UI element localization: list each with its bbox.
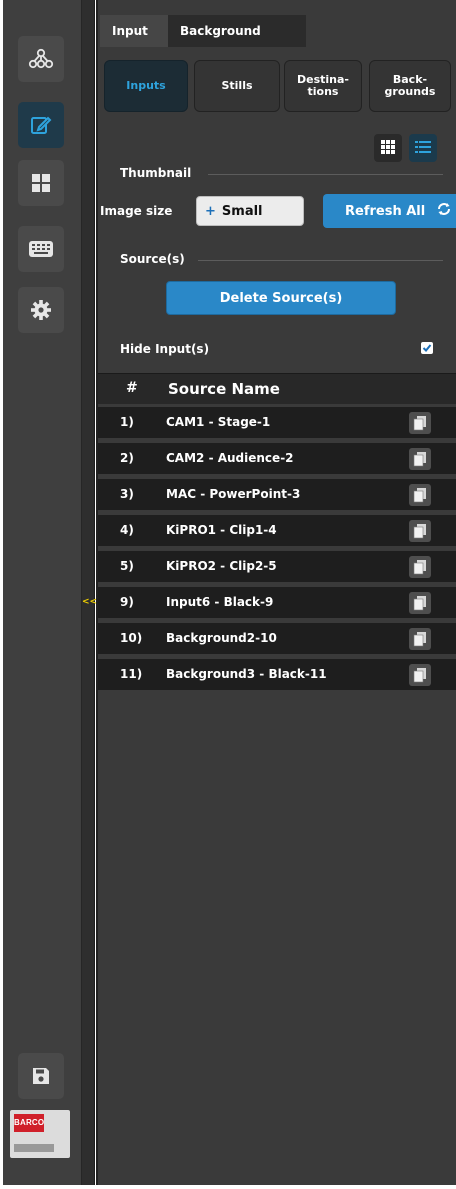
table-row[interactable]: 2) CAM2 - Audience-2 — [98, 443, 456, 477]
row-number: 11) — [120, 667, 143, 681]
collapse-arrow-icon[interactable]: << — [82, 597, 97, 607]
save-button[interactable] — [18, 1053, 64, 1099]
checkmark-icon — [422, 344, 432, 352]
save-icon — [31, 1066, 51, 1086]
main-panel: Input Background Inputs Stills Destina- … — [96, 0, 456, 1185]
column-header-number: # — [126, 380, 138, 396]
refresh-all-button[interactable]: Refresh All — [323, 194, 456, 228]
row-source-name: CAM1 - Stage-1 — [166, 415, 271, 429]
logo-mark: BARCO — [14, 1114, 44, 1132]
sources-divider — [198, 260, 443, 261]
row-source-name: KiPRO1 - Clip1-4 — [166, 523, 277, 537]
sub-tab-bar: Inputs Stills Destina- tions Back- groun… — [98, 60, 456, 116]
copy-icon[interactable] — [409, 484, 431, 506]
copy-icon[interactable] — [409, 664, 431, 686]
settings-button[interactable] — [18, 287, 64, 333]
row-number: 2) — [120, 451, 134, 465]
row-source-name: KiPRO2 - Clip2-5 — [166, 559, 277, 573]
tab-destinations[interactable]: Destina- tions — [284, 60, 362, 112]
network-icon — [28, 48, 54, 70]
row-number: 1) — [120, 415, 134, 429]
app-window: BARCO << Input Background Inputs Stills … — [0, 0, 456, 1189]
thumbnail-divider — [208, 174, 443, 175]
image-size-value: Small — [221, 203, 263, 219]
copy-icon[interactable] — [409, 412, 431, 434]
tab-input[interactable]: Input — [100, 15, 170, 47]
row-source-name: Input6 - Black-9 — [166, 595, 274, 609]
row-source-name: Background2-10 — [166, 631, 277, 645]
list-view-icon — [415, 139, 431, 158]
source-table-header: # Source Name — [98, 373, 456, 404]
tab-background[interactable]: Background — [168, 15, 306, 47]
refresh-icon — [437, 202, 451, 220]
image-size-select[interactable]: + Small — [196, 196, 304, 226]
copy-icon[interactable] — [409, 628, 431, 650]
table-row[interactable]: 4) KiPRO1 - Clip1-4 — [98, 515, 456, 549]
row-number: 4) — [120, 523, 134, 537]
tab-inputs[interactable]: Inputs — [104, 60, 188, 112]
edit-icon — [30, 114, 52, 136]
tab-backgrounds[interactable]: Back- grounds — [369, 60, 451, 112]
row-source-name: MAC - PowerPoint-3 — [166, 487, 301, 501]
column-header-source-name[interactable]: Source Name — [168, 380, 280, 398]
layout-grid-icon — [31, 173, 51, 193]
image-size-label: Image size — [100, 204, 173, 218]
row-number: 9) — [120, 595, 134, 609]
tab-stills[interactable]: Stills — [194, 60, 280, 112]
copy-icon[interactable] — [409, 520, 431, 542]
table-row[interactable]: 3) MAC - PowerPoint-3 — [98, 479, 456, 513]
delete-sources-button[interactable]: Delete Source(s) — [166, 281, 396, 315]
logo-tagline — [14, 1144, 54, 1152]
grid-view-button[interactable] — [374, 134, 402, 162]
list-view-button[interactable] — [409, 134, 437, 162]
row-number: 5) — [120, 559, 134, 573]
sources-section-label: Source(s) — [120, 252, 185, 266]
copy-icon[interactable] — [409, 448, 431, 470]
gear-icon — [30, 299, 52, 321]
hide-inputs-label: Hide Input(s) — [120, 342, 210, 356]
table-row[interactable]: 1) CAM1 - Stage-1 — [98, 407, 456, 441]
hide-inputs-checkbox[interactable] — [421, 342, 433, 354]
panel-collapse-strip[interactable]: << — [82, 0, 97, 1185]
keyboard-button[interactable] — [18, 226, 64, 272]
sidebar: BARCO — [3, 0, 82, 1185]
network-button[interactable] — [18, 36, 64, 82]
row-number: 3) — [120, 487, 134, 501]
barco-logo: BARCO — [10, 1110, 70, 1158]
refresh-all-label: Refresh All — [345, 203, 426, 219]
edit-button[interactable] — [18, 102, 64, 148]
plus-icon: + — [205, 203, 216, 219]
table-row[interactable]: 10) Background2-10 — [98, 623, 456, 657]
grid-view-icon — [381, 139, 395, 158]
thumbnail-section-label: Thumbnail — [120, 166, 192, 180]
row-source-name: CAM2 - Audience-2 — [166, 451, 294, 465]
keyboard-icon — [28, 239, 54, 259]
table-row[interactable]: 11) Background3 - Black-11 — [98, 659, 456, 693]
copy-icon[interactable] — [409, 556, 431, 578]
table-row[interactable]: 9) Input6 - Black-9 — [98, 587, 456, 621]
copy-icon[interactable] — [409, 592, 431, 614]
row-source-name: Background3 - Black-11 — [166, 667, 327, 681]
layout-button[interactable] — [18, 160, 64, 206]
row-number: 10) — [120, 631, 143, 645]
table-row[interactable]: 5) KiPRO2 - Clip2-5 — [98, 551, 456, 585]
top-tab-bar: Input Background — [98, 15, 456, 47]
